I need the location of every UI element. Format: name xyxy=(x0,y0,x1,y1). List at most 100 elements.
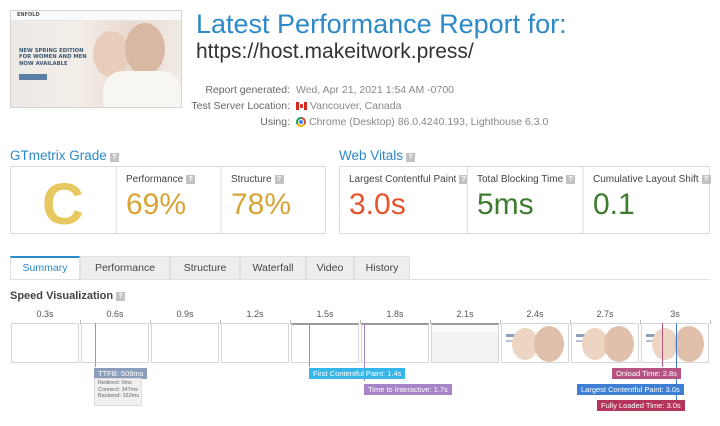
tick-label: 2.7s xyxy=(596,309,614,319)
filmstrip xyxy=(10,323,710,363)
page-screenshot-thumbnail[interactable]: ENFOLD NEW SPRING EDITION FOR WOMEN AND … xyxy=(10,10,182,108)
tick-label: 0.9s xyxy=(176,309,194,319)
gtmetrix-grade-panel: C Performance? 69% Structure? 78% xyxy=(10,166,326,237)
help-icon[interactable]: ? xyxy=(186,175,196,184)
tick-label: 1.2s xyxy=(246,309,264,319)
fcp-marker[interactable]: First Contentful Paint: 1.4s xyxy=(309,368,406,379)
filmstrip-frame[interactable] xyxy=(221,323,289,363)
thumbnail-topbar: ENFOLD xyxy=(11,11,181,21)
tab-waterfall[interactable]: Waterfall xyxy=(240,256,306,280)
cls-cell: Cumulative Layout Shift? 0.1 xyxy=(583,167,711,233)
tick-label: 1.5s xyxy=(316,309,334,319)
help-icon[interactable]: ? xyxy=(109,153,119,162)
grade-cell: C xyxy=(11,167,115,237)
thumbnail-logo: ENFOLD xyxy=(17,12,40,18)
report-url[interactable]: https://host.makeitwork.press/ xyxy=(196,40,474,64)
tick-label: 3s xyxy=(670,309,680,319)
filmstrip-frame[interactable] xyxy=(571,323,639,363)
filmstrip-frame[interactable] xyxy=(11,323,79,363)
tick-label: 1.8s xyxy=(386,309,404,319)
performance-cell: Performance? 69% xyxy=(116,167,220,233)
lcp-marker[interactable]: Largest Contentful Paint: 3.0s xyxy=(577,384,684,395)
structure-label-wrap: Structure? xyxy=(231,174,284,185)
filmstrip-frame[interactable] xyxy=(431,323,499,363)
performance-label: Performance xyxy=(126,174,184,185)
web-vitals-panel: Largest Contentful Paint? 3.0s Total Blo… xyxy=(339,166,711,234)
tick-label: 2.1s xyxy=(456,309,474,319)
filmstrip-frame[interactable] xyxy=(361,323,429,363)
timeline-ticks: 0.3s 0.6s 0.9s 1.2s 1.5s 1.8s 2.1s 2.4s 2.7s 3s xyxy=(10,309,711,324)
thumbnail-person-man xyxy=(125,23,165,75)
cls-value: 0.1 xyxy=(593,188,635,221)
filmstrip-frame[interactable] xyxy=(291,323,359,363)
meta-label: Test Server Location: xyxy=(191,100,290,112)
frame-content xyxy=(674,326,704,362)
tabs-divider xyxy=(10,279,710,280)
tick-label: 2.4s xyxy=(526,309,544,319)
ttfb-redirect: Redirect: 0ms xyxy=(98,380,132,386)
canada-flag-icon xyxy=(296,102,307,110)
thumbnail-promo-button xyxy=(19,74,47,80)
tab-history[interactable]: History xyxy=(354,256,410,280)
meta-value: Wed, Apr 21, 2021 1:54 AM -0700 xyxy=(296,84,454,96)
meta-report-generated: Report generated: Wed, Apr 21, 2021 1:54 … xyxy=(160,84,720,96)
tti-marker[interactable]: Time to Interactive: 1.7s xyxy=(364,384,452,395)
grade-letter: C xyxy=(42,172,84,237)
lcp-cell: Largest Contentful Paint? 3.0s xyxy=(340,167,469,233)
gtmetrix-grade-heading: GTmetrix Grade? xyxy=(10,148,119,163)
meta-value-wrap: Vancouver, Canada xyxy=(296,100,401,112)
fully-loaded-marker[interactable]: Fully Loaded Time: 3.0s xyxy=(597,400,685,411)
help-icon[interactable]: ? xyxy=(274,175,284,184)
tbt-value: 5ms xyxy=(477,188,534,221)
tab-structure[interactable]: Structure xyxy=(170,256,240,280)
ttfb-detail: Redirect: 0ms Connect: 347ms Backend: 16… xyxy=(94,378,142,406)
meta-value-wrap: Chrome (Desktop) 86.0.4240.193, Lighthou… xyxy=(296,116,548,128)
tbt-cell: Total Blocking Time? 5ms xyxy=(467,167,582,233)
ttfb-line xyxy=(95,323,96,367)
meta-server-location: Test Server Location: Vancouver, Canada xyxy=(160,100,720,112)
help-icon[interactable]: ? xyxy=(566,175,576,184)
speed-visualization-heading: Speed Visualization? xyxy=(10,290,126,302)
gtmetrix-grade-title: GTmetrix Grade xyxy=(10,148,107,163)
tab-summary[interactable]: Summary xyxy=(10,256,80,280)
filmstrip-frame[interactable] xyxy=(151,323,219,363)
onload-line xyxy=(662,323,663,367)
page-title: Latest Performance Report for: xyxy=(196,9,567,39)
tbt-label-wrap: Total Blocking Time? xyxy=(477,174,576,185)
chrome-icon xyxy=(296,117,306,127)
structure-label: Structure xyxy=(231,174,272,185)
meta-value: Chrome (Desktop) 86.0.4240.193, Lighthou… xyxy=(309,116,549,128)
meta-label: Report generated: xyxy=(205,84,290,96)
frame-content xyxy=(534,326,564,362)
cls-label-wrap: Cumulative Layout Shift? xyxy=(593,174,711,185)
tick-label: 0.6s xyxy=(106,309,124,319)
lcp-label: Largest Contentful Paint xyxy=(349,174,457,185)
ttfb-connect: Connect: 347ms xyxy=(98,386,139,393)
meta-value: Vancouver, Canada xyxy=(310,100,402,112)
cls-label: Cumulative Layout Shift xyxy=(593,174,699,185)
onload-marker[interactable]: Onload Time: 2.8s xyxy=(612,368,681,379)
meta-using: Using: Chrome (Desktop) 86.0.4240.193, Li… xyxy=(160,116,720,128)
filmstrip-frame[interactable] xyxy=(641,323,709,363)
structure-cell: Structure? 78% xyxy=(221,167,325,233)
help-icon[interactable]: ? xyxy=(116,292,126,301)
help-icon[interactable]: ? xyxy=(701,175,711,184)
structure-value: 78% xyxy=(231,188,292,221)
performance-label-wrap: Performance? xyxy=(126,174,196,185)
frame-content xyxy=(604,326,634,362)
speed-visualization-title: Speed Visualization xyxy=(10,290,114,302)
help-icon[interactable]: ? xyxy=(406,153,416,162)
ttfb-backend: Backend: 162ms xyxy=(98,393,139,400)
tab-performance[interactable]: Performance xyxy=(80,256,170,280)
lcp-label-wrap: Largest Contentful Paint? xyxy=(349,174,469,185)
filmstrip-frame[interactable] xyxy=(81,323,149,363)
filmstrip-frame[interactable] xyxy=(501,323,569,363)
web-vitals-title: Web Vitals xyxy=(339,148,404,163)
tick-label: 0.3s xyxy=(36,309,54,319)
tbt-label: Total Blocking Time xyxy=(477,174,564,185)
fcp-line xyxy=(309,323,310,367)
performance-value: 69% xyxy=(126,188,187,221)
web-vitals-heading: Web Vitals? xyxy=(339,148,416,163)
tab-video[interactable]: Video xyxy=(306,256,354,280)
lcp-value: 3.0s xyxy=(349,188,406,221)
